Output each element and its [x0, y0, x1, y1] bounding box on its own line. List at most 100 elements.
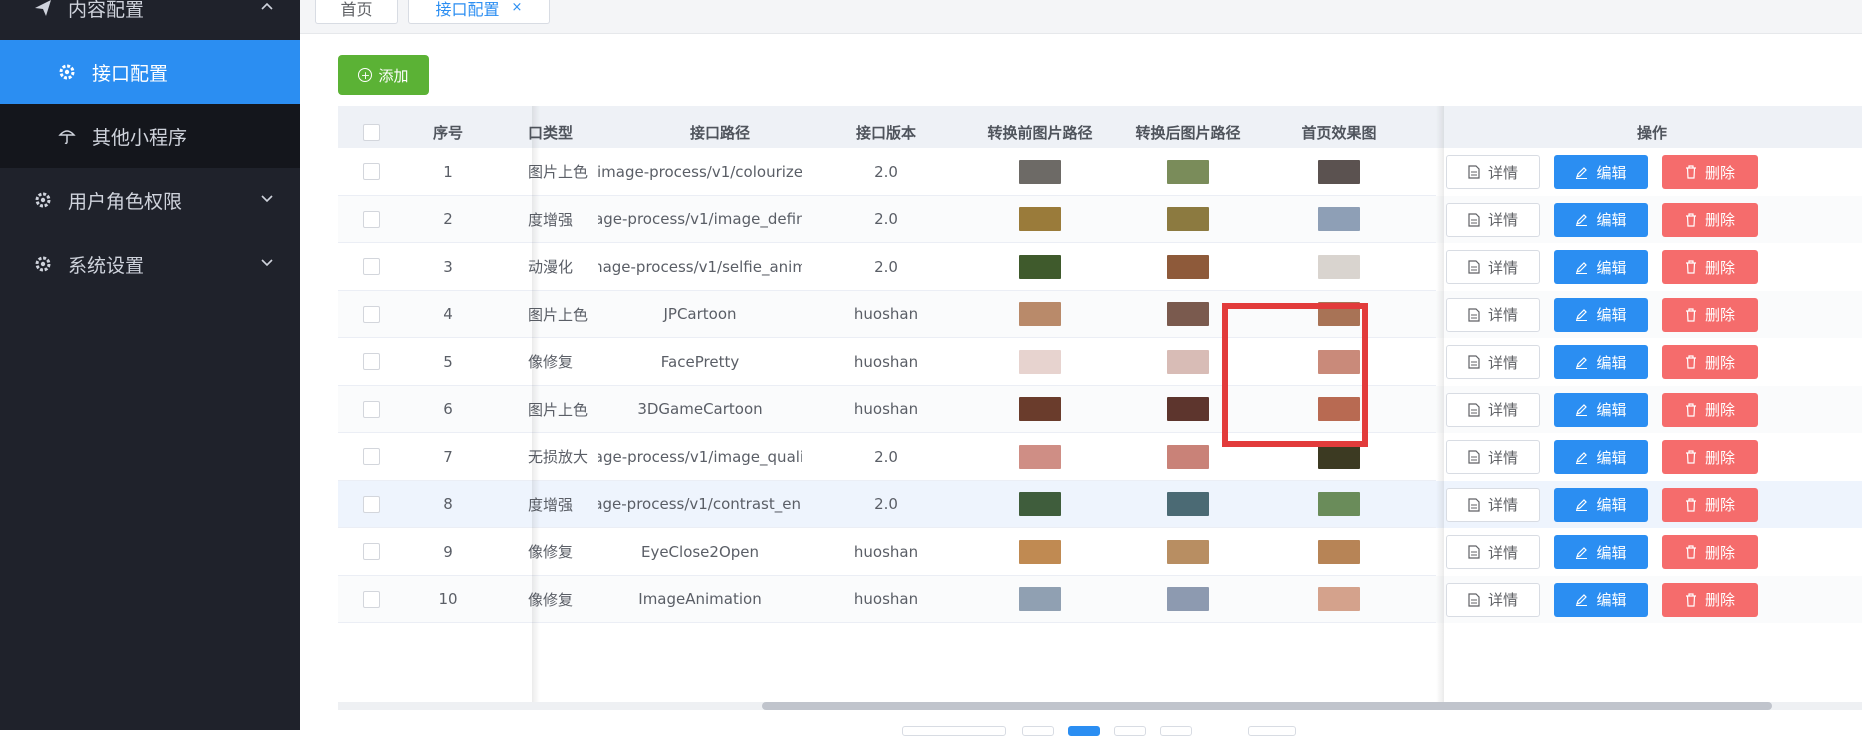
row-checkbox[interactable] [362, 543, 380, 561]
after-image-thumbnail[interactable] [1167, 302, 1209, 327]
table-row[interactable]: 8 度增强 image-process/v1/contrast_enh… 2.0… [338, 480, 1862, 529]
table-row[interactable]: 3 动漫化 image-process/v1/selfie_anime 2.0 … [338, 243, 1862, 291]
edit-button[interactable]: 编辑 [1554, 487, 1648, 522]
sidebar-item-other-miniapp[interactable]: 其他小程序 [0, 104, 300, 168]
pagination-jump-input[interactable] [1248, 726, 1296, 736]
cell-preview-image[interactable] [1264, 196, 1414, 244]
delete-button[interactable]: 删除 [1662, 250, 1758, 284]
horizontal-scrollbar-thumb[interactable] [762, 702, 1772, 710]
cell-before-image[interactable] [950, 386, 1130, 434]
detail-button[interactable]: 详情 [1446, 392, 1540, 427]
sidebar-item-content-config[interactable]: 内容配置 [0, 0, 300, 40]
pagination-page-1[interactable] [1068, 726, 1100, 736]
delete-button[interactable]: 删除 [1662, 487, 1758, 522]
before-image-thumbnail[interactable] [1019, 302, 1061, 327]
after-image-thumbnail[interactable] [1167, 444, 1209, 469]
tab-home[interactable]: 首页 [315, 0, 398, 24]
cell-before-image[interactable] [950, 148, 1130, 196]
add-button[interactable]: + 添加 [338, 55, 429, 95]
edit-button[interactable]: 编辑 [1554, 297, 1648, 332]
edit-button[interactable]: 编辑 [1554, 535, 1648, 569]
edit-button[interactable]: 编辑 [1554, 250, 1648, 284]
after-image-thumbnail[interactable] [1167, 539, 1209, 564]
delete-button[interactable]: 删除 [1662, 297, 1758, 332]
before-image-thumbnail[interactable] [1019, 207, 1061, 232]
cell-after-image[interactable] [1114, 243, 1262, 291]
table-row[interactable]: 9 像修复 EyeClose2Open huoshan 详情 编辑 删除 [338, 528, 1862, 576]
delete-button[interactable]: 删除 [1662, 392, 1758, 427]
detail-button[interactable]: 详情 [1446, 487, 1540, 522]
row-select[interactable] [338, 576, 404, 624]
detail-button[interactable]: 详情 [1446, 440, 1540, 474]
delete-button[interactable]: 删除 [1662, 345, 1758, 379]
cell-before-image[interactable] [950, 528, 1130, 576]
after-image-thumbnail[interactable] [1167, 492, 1209, 517]
row-select[interactable] [338, 433, 404, 481]
preview-image-thumbnail[interactable] [1318, 539, 1360, 564]
row-select[interactable] [338, 386, 404, 434]
after-image-thumbnail[interactable] [1167, 159, 1209, 184]
before-image-thumbnail[interactable] [1019, 444, 1061, 469]
cell-after-image[interactable] [1114, 528, 1262, 576]
before-image-thumbnail[interactable] [1019, 492, 1061, 517]
before-image-thumbnail[interactable] [1019, 254, 1061, 279]
cell-before-image[interactable] [950, 291, 1130, 339]
table-row[interactable]: 4 图片上色 JPCartoon huoshan 详情 编辑 删除 [338, 290, 1862, 339]
preview-image-thumbnail[interactable] [1318, 207, 1360, 232]
table-row[interactable]: 5 像修复 FacePretty huoshan 详情 编辑 删除 [338, 338, 1862, 386]
row-checkbox[interactable] [362, 305, 380, 323]
cell-before-image[interactable] [950, 433, 1130, 481]
preview-image-thumbnail[interactable] [1318, 159, 1360, 184]
cell-preview-image[interactable] [1264, 576, 1414, 624]
detail-button[interactable]: 详情 [1446, 202, 1540, 237]
edit-button[interactable]: 编辑 [1554, 345, 1648, 379]
before-image-thumbnail[interactable] [1019, 539, 1061, 564]
pagination-size-select[interactable] [902, 726, 1006, 736]
edit-button[interactable]: 编辑 [1554, 155, 1648, 189]
detail-button[interactable]: 详情 [1446, 582, 1540, 617]
edit-button[interactable]: 编辑 [1554, 202, 1648, 237]
cell-after-image[interactable] [1114, 148, 1262, 196]
row-select[interactable] [338, 528, 404, 576]
row-select[interactable] [338, 148, 404, 196]
cell-preview-image[interactable] [1264, 148, 1414, 196]
cell-after-image[interactable] [1114, 481, 1262, 529]
before-image-thumbnail[interactable] [1019, 349, 1061, 374]
pagination-next[interactable] [1160, 726, 1192, 736]
row-select[interactable] [338, 243, 404, 291]
after-image-thumbnail[interactable] [1167, 349, 1209, 374]
detail-button[interactable]: 详情 [1446, 297, 1540, 332]
row-checkbox[interactable] [362, 400, 380, 418]
row-select[interactable] [338, 291, 404, 339]
row-checkbox[interactable] [362, 210, 380, 228]
before-image-thumbnail[interactable] [1019, 397, 1061, 422]
cell-after-image[interactable] [1114, 196, 1262, 244]
delete-button[interactable]: 删除 [1662, 535, 1758, 569]
before-image-thumbnail[interactable] [1019, 159, 1061, 184]
table-row[interactable]: 1 图片上色 image-process/v1/colourize 2.0 详情… [338, 148, 1862, 196]
sidebar-item-api-config[interactable]: 接口配置 [0, 40, 300, 104]
close-icon[interactable]: × [512, 0, 523, 15]
preview-image-thumbnail[interactable] [1318, 254, 1360, 279]
select-all-checkbox[interactable] [362, 123, 380, 141]
cell-before-image[interactable] [950, 338, 1130, 386]
delete-button[interactable]: 删除 [1662, 202, 1758, 237]
table-row[interactable]: 10 像修复 ImageAnimation huoshan 详情 编辑 删除 [338, 575, 1862, 624]
sidebar-item-system-settings[interactable]: 系统设置 [0, 232, 300, 296]
pagination-page-2[interactable] [1114, 726, 1146, 736]
cell-preview-image[interactable] [1264, 481, 1414, 529]
row-checkbox[interactable] [362, 590, 380, 608]
cell-before-image[interactable] [950, 481, 1130, 529]
row-checkbox[interactable] [362, 258, 380, 276]
delete-button[interactable]: 删除 [1662, 440, 1758, 474]
pagination-prev[interactable] [1022, 726, 1054, 736]
edit-button[interactable]: 编辑 [1554, 440, 1648, 474]
table-row[interactable]: 2 度增强 image-process/v1/image_defini… 2.0… [338, 195, 1862, 244]
preview-image-thumbnail[interactable] [1318, 587, 1360, 612]
cell-before-image[interactable] [950, 243, 1130, 291]
row-select[interactable] [338, 481, 404, 529]
after-image-thumbnail[interactable] [1167, 587, 1209, 612]
row-select[interactable] [338, 338, 404, 386]
after-image-thumbnail[interactable] [1167, 397, 1209, 422]
table-row[interactable]: 6 图片上色 3DGameCartoon huoshan 详情 编辑 删除 [338, 385, 1862, 434]
